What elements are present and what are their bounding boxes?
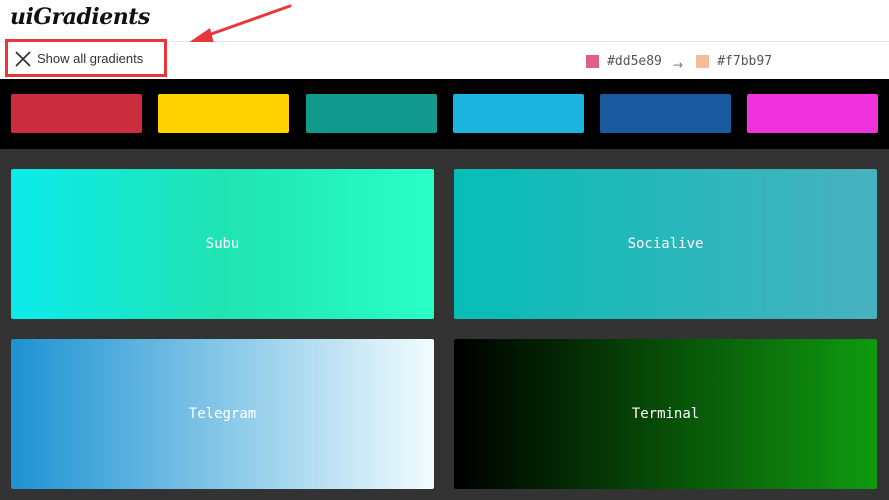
filter-chip-green[interactable] bbox=[306, 94, 437, 133]
filter-chip-yellow[interactable] bbox=[158, 94, 289, 133]
filter-chip-red[interactable] bbox=[11, 94, 142, 133]
logo[interactable]: uiGradients bbox=[10, 2, 150, 32]
gradient-card-subu[interactable]: Subu bbox=[11, 169, 434, 319]
gradient-name: Telegram bbox=[188, 406, 257, 422]
header: uiGradients bbox=[0, 0, 889, 42]
gradient-card-socialive[interactable]: Socialive bbox=[454, 169, 877, 319]
filter-chip-blue[interactable] bbox=[600, 94, 731, 133]
color-to-hex[interactable]: #f7bb97 bbox=[717, 54, 772, 69]
color-from-swatch[interactable] bbox=[586, 55, 599, 68]
close-icon bbox=[15, 51, 31, 67]
gradient-name: Subu bbox=[205, 236, 240, 252]
toolbar: Show all gradients #dd5e89 → #f7bb97 bbox=[0, 39, 889, 79]
arrow-right-icon: → bbox=[672, 57, 684, 72]
color-to-swatch[interactable] bbox=[696, 55, 710, 68]
gradient-name: Socialive bbox=[627, 236, 704, 252]
filter-chip-pink[interactable] bbox=[747, 94, 878, 133]
show-all-gradients-button[interactable]: Show all gradients bbox=[5, 39, 167, 77]
color-from-hex[interactable]: #dd5e89 bbox=[607, 54, 662, 69]
uigradients-app: uiGradients Show all gradients #dd5e89 →… bbox=[0, 0, 889, 500]
gradient-card-telegram[interactable]: Telegram bbox=[11, 339, 434, 489]
gradient-name: Terminal bbox=[631, 406, 700, 422]
show-all-gradients-label: Show all gradients bbox=[37, 51, 144, 66]
gradient-card-terminal[interactable]: Terminal bbox=[454, 339, 877, 489]
filter-chip-light-blue[interactable] bbox=[453, 94, 584, 133]
color-filter-bar bbox=[0, 79, 889, 149]
gradient-grid: Subu Socialive Telegram Terminal bbox=[0, 149, 889, 500]
current-gradient-colors: #dd5e89 → #f7bb97 bbox=[586, 51, 778, 72]
